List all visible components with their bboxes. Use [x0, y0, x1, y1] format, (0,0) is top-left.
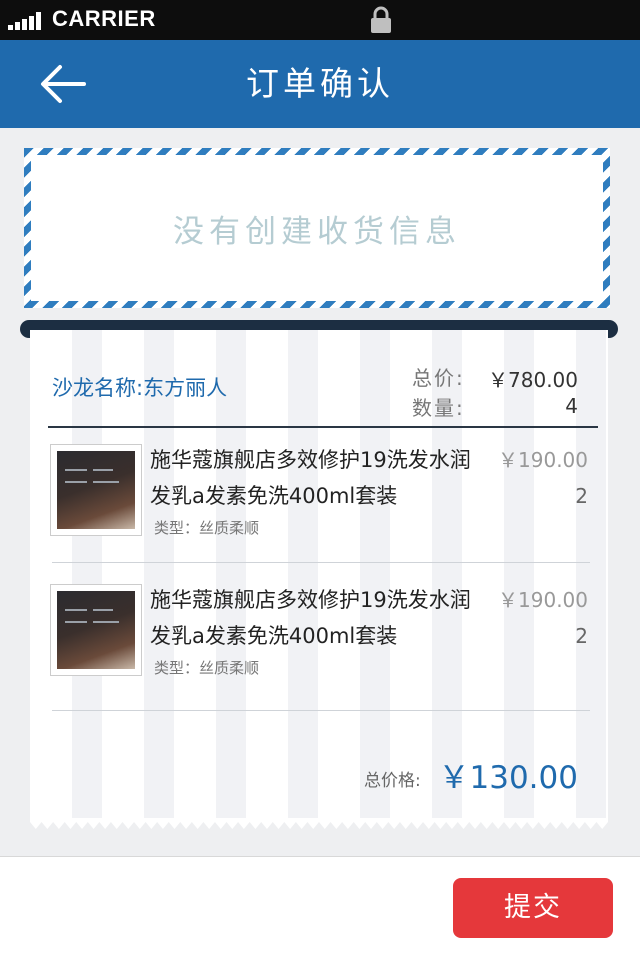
carrier-label: CARRIER	[52, 6, 156, 31]
item-divider	[52, 562, 590, 563]
address-card[interactable]: 没有创建收货信息	[24, 148, 610, 308]
back-arrow-icon[interactable]	[38, 62, 88, 106]
address-empty-text: 没有创建收货信息	[173, 213, 461, 250]
receipt-torn-edge	[30, 818, 608, 829]
product-name: 施华蔻旗舰店多效修护19洗发水润发乳a发素免洗400ml套装	[150, 588, 471, 648]
header-divider	[48, 426, 598, 428]
salon-name: 沙龙名称:东方丽人	[52, 376, 228, 400]
order-item[interactable]: 施华蔻旗舰店多效修护19洗发水润发乳a发素免洗400ml套装 类型：丝质柔顺 ￥…	[48, 582, 596, 722]
lock-icon	[371, 6, 391, 33]
grand-total-label: 总价格:	[364, 771, 421, 791]
signal-icon	[8, 12, 48, 30]
product-quantity: 2	[575, 484, 588, 508]
address-card-body: 没有创建收货信息	[31, 155, 603, 301]
bottom-bar: 提交	[0, 856, 640, 960]
page-title: 订单确认	[246, 64, 394, 103]
product-quantity: 2	[575, 624, 588, 648]
order-item[interactable]: 施华蔻旗舰店多效修护19洗发水润发乳a发素免洗400ml套装 类型：丝质柔顺 ￥…	[48, 442, 596, 582]
submit-button[interactable]: 提交	[453, 878, 613, 938]
quantity-label: 数量:	[412, 396, 465, 420]
product-type: 类型：丝质柔顺	[154, 659, 260, 677]
status-bar: CARRIER	[0, 0, 640, 40]
nav-bar: 订单确认	[0, 40, 640, 128]
item-divider	[52, 710, 590, 711]
product-price: ￥190.00	[498, 448, 588, 472]
product-image	[50, 584, 142, 676]
product-image	[50, 444, 142, 536]
product-type: 类型：丝质柔顺	[154, 519, 260, 537]
product-name: 施华蔻旗舰店多效修护19洗发水润发乳a发素免洗400ml套装	[150, 448, 471, 508]
quantity-value: 4	[565, 394, 578, 418]
grand-total-value: ￥130.00	[438, 760, 578, 796]
total-price-value: ￥780.00	[488, 368, 578, 392]
product-price: ￥190.00	[498, 588, 588, 612]
total-price-label: 总价:	[412, 366, 465, 390]
